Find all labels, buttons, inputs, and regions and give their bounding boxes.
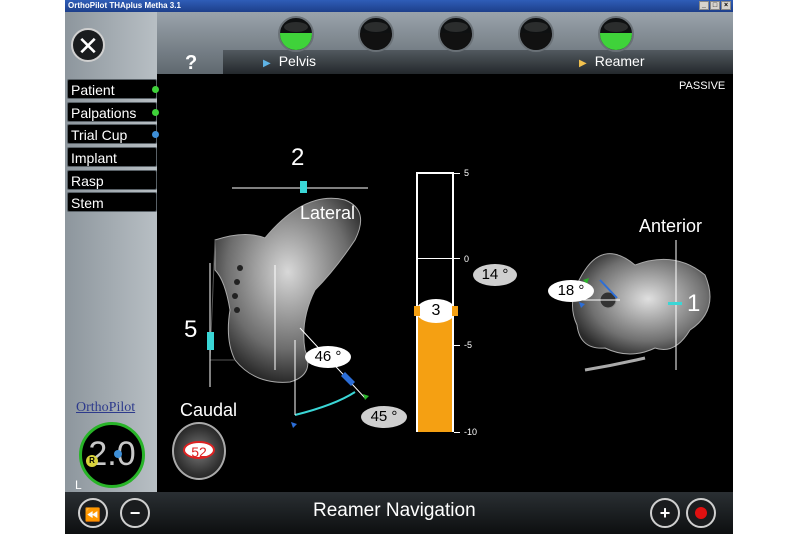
page-title: Reamer Navigation xyxy=(313,500,476,521)
lateral-pelvis-view xyxy=(207,181,369,428)
tick-label-0: 0 xyxy=(464,254,470,264)
rewind-icon: ⏪ xyxy=(84,507,102,522)
r-badge: R xyxy=(86,455,98,467)
position-dot xyxy=(114,450,122,458)
plus-button[interactable]: + xyxy=(650,498,680,528)
status-led-4 xyxy=(518,16,554,52)
anteversion-readout: 18 ° xyxy=(548,280,594,302)
sidebar-item-stem[interactable]: Stem xyxy=(67,192,157,213)
lateral-label: Lateral xyxy=(300,203,356,223)
tracker-pelvis: ▶ Pelvis xyxy=(263,53,317,69)
anterior-label: Anterior xyxy=(639,216,703,236)
tick-minus5 xyxy=(454,345,460,346)
window-close-button[interactable]: × xyxy=(721,1,731,10)
triangle-icon: ▶ xyxy=(579,58,587,69)
depth-value: 3 xyxy=(431,302,441,319)
close-icon: ✕ xyxy=(77,31,99,61)
tracking-gauge: 2.0 R xyxy=(79,422,145,488)
reamer-size-value: 52 xyxy=(183,441,215,460)
status-led-2 xyxy=(358,16,394,52)
mode-label: PASSIVE xyxy=(679,80,726,92)
tick-minus10 xyxy=(454,432,460,433)
tick-label-5: 5 xyxy=(464,168,470,178)
sidebar-menu: Patient Palpations Trial Cup Implant Ras… xyxy=(67,79,159,215)
depth-indicator: 3 xyxy=(414,299,458,323)
status-led-1 xyxy=(278,16,314,52)
minus-icon: − xyxy=(129,503,141,523)
minimize-button[interactable]: _ xyxy=(699,1,709,10)
caudal-marker xyxy=(207,332,214,350)
maximize-button[interactable]: □ xyxy=(710,1,720,10)
title-bar: OrthoPilot THAplus Metha 3.1 _ □ × xyxy=(65,0,733,12)
sidebar-item-rasp[interactable]: Rasp xyxy=(67,169,157,190)
anterior-value: 1 xyxy=(687,290,701,317)
tick-0 xyxy=(416,258,460,259)
tick-label-minus5: -5 xyxy=(464,340,473,350)
inclination-readout: 46 ° xyxy=(305,346,351,368)
reamer-size-icon: 52 xyxy=(172,422,226,480)
status-dot xyxy=(152,131,159,139)
app-window: OrthoPilot THAplus Metha 3.1 _ □ × ✕ ? ▶… xyxy=(65,0,733,534)
record-button[interactable] xyxy=(686,498,716,528)
anterior-marker xyxy=(668,302,682,305)
status-dot xyxy=(152,86,159,93)
depth-bar-fill xyxy=(418,311,452,432)
status-dot xyxy=(152,108,159,116)
caudal-value: 5 xyxy=(184,316,198,343)
status-led-5 xyxy=(598,16,634,52)
triangle-icon: ▶ xyxy=(263,58,271,69)
sidebar-item-patient[interactable]: Patient xyxy=(67,79,159,99)
target-anteversion-readout: 14 ° xyxy=(473,264,517,286)
tick-label-minus10: -10 xyxy=(464,427,478,437)
plus-icon: + xyxy=(659,503,671,523)
tick-5 xyxy=(454,173,460,174)
close-button[interactable]: ✕ xyxy=(71,28,105,62)
sidebar-item-trial-cup[interactable]: Trial Cup xyxy=(67,124,159,145)
lateral-value: 2 xyxy=(291,144,305,171)
status-led-3 xyxy=(438,16,474,52)
caudal-label: Caudal xyxy=(180,400,238,420)
window-title: OrthoPilot THAplus Metha 3.1 xyxy=(68,1,181,10)
rewind-button[interactable]: ⏪ xyxy=(78,498,108,528)
sidebar-item-palpations[interactable]: Palpations xyxy=(67,101,159,122)
help-button[interactable]: ? xyxy=(185,52,197,75)
sidebar-item-implant[interactable]: Implant xyxy=(67,147,157,168)
lateral-marker xyxy=(300,181,307,193)
side-label: L xyxy=(75,478,82,492)
tracker-reamer: ▶ Reamer xyxy=(579,53,645,69)
orthopilot-logo: OrthoPilot xyxy=(76,400,136,415)
record-icon xyxy=(695,507,707,519)
target-inclination-readout: 45 ° xyxy=(361,406,407,428)
minus-button[interactable]: − xyxy=(120,498,150,528)
